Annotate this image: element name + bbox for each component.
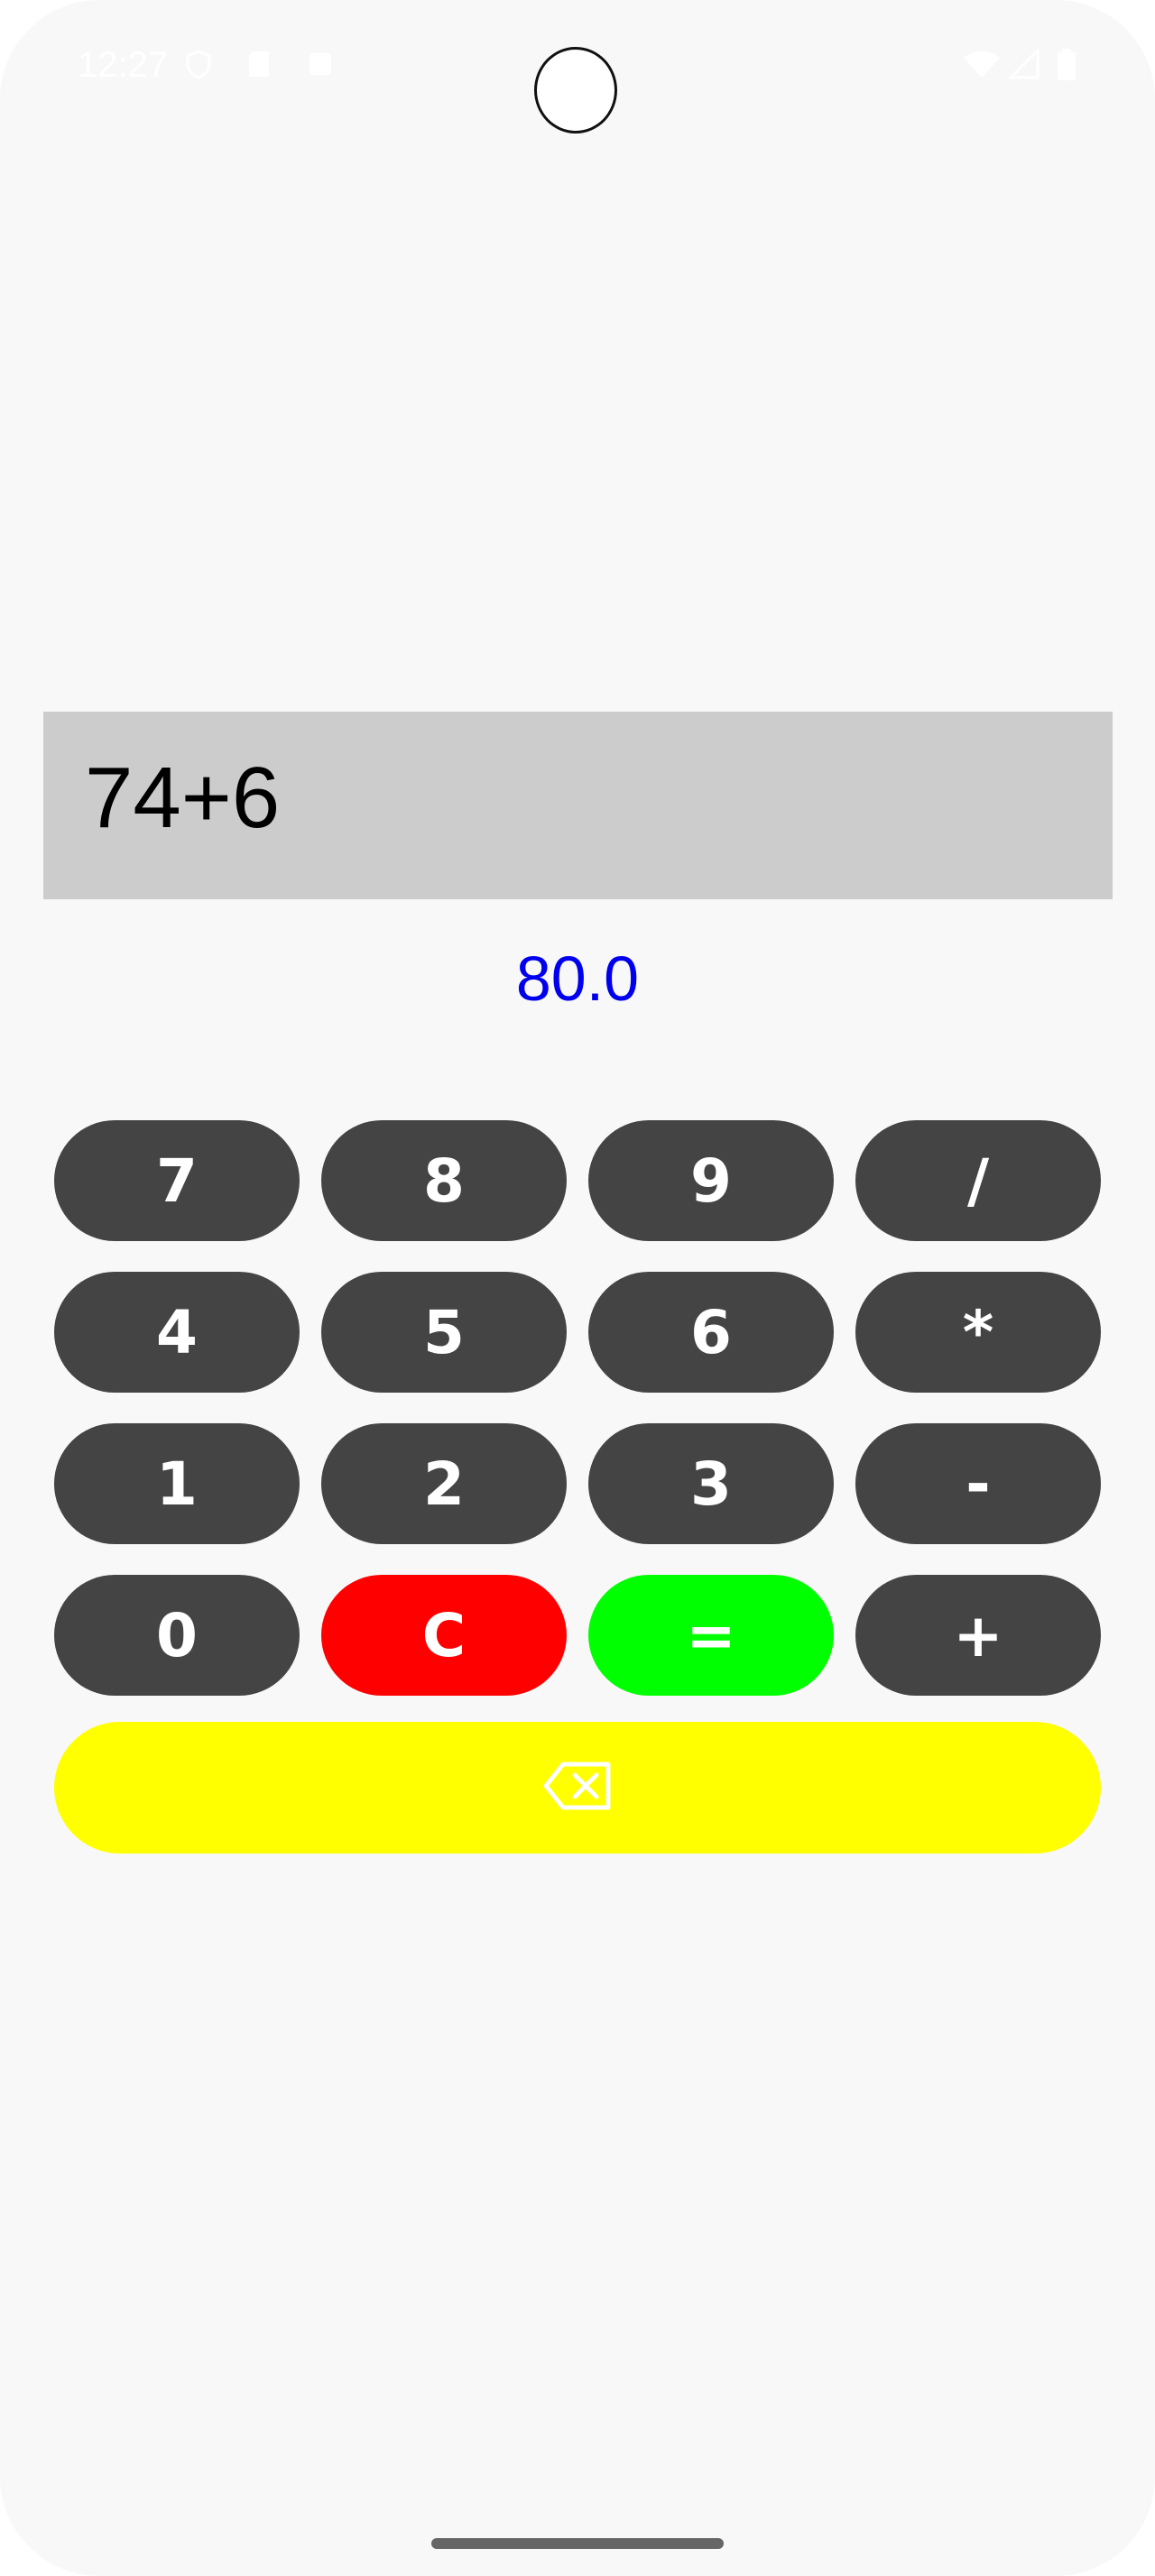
signal-icon bbox=[1007, 47, 1040, 79]
notification-icon bbox=[305, 49, 336, 79]
key-subtract[interactable]: - bbox=[855, 1423, 1101, 1544]
navigation-handle[interactable] bbox=[431, 2538, 724, 2549]
phone-screen: 12:27 74+6 80.0 7 8 9 / 4 5 6 * 1 2 3 - … bbox=[0, 0, 1155, 2576]
clear-button[interactable]: C bbox=[321, 1575, 567, 1696]
battery-icon bbox=[1056, 49, 1077, 80]
key-9[interactable]: 9 bbox=[588, 1120, 834, 1241]
key-7[interactable]: 7 bbox=[54, 1120, 300, 1241]
key-8[interactable]: 8 bbox=[321, 1120, 567, 1241]
key-6[interactable]: 6 bbox=[588, 1272, 834, 1393]
wifi-icon bbox=[962, 49, 1002, 79]
backspace-icon bbox=[543, 1761, 612, 1816]
equals-button[interactable]: = bbox=[588, 1575, 834, 1696]
shield-icon bbox=[183, 49, 214, 79]
sd-card-icon bbox=[244, 49, 274, 79]
key-1[interactable]: 1 bbox=[54, 1423, 300, 1544]
status-time: 12:27 bbox=[78, 45, 169, 85]
key-divide[interactable]: / bbox=[855, 1120, 1101, 1241]
key-2[interactable]: 2 bbox=[321, 1423, 567, 1544]
expression-text: 74+6 bbox=[85, 750, 281, 846]
key-5[interactable]: 5 bbox=[321, 1272, 567, 1393]
backspace-button[interactable] bbox=[54, 1722, 1101, 1854]
expression-display[interactable]: 74+6 bbox=[43, 712, 1113, 899]
key-add[interactable]: + bbox=[855, 1575, 1101, 1696]
result-text: 80.0 bbox=[515, 943, 640, 1014]
key-0[interactable]: 0 bbox=[54, 1575, 300, 1696]
key-multiply[interactable]: * bbox=[855, 1272, 1101, 1393]
key-3[interactable]: 3 bbox=[588, 1423, 834, 1544]
camera-cutout bbox=[534, 47, 617, 133]
key-4[interactable]: 4 bbox=[54, 1272, 300, 1393]
